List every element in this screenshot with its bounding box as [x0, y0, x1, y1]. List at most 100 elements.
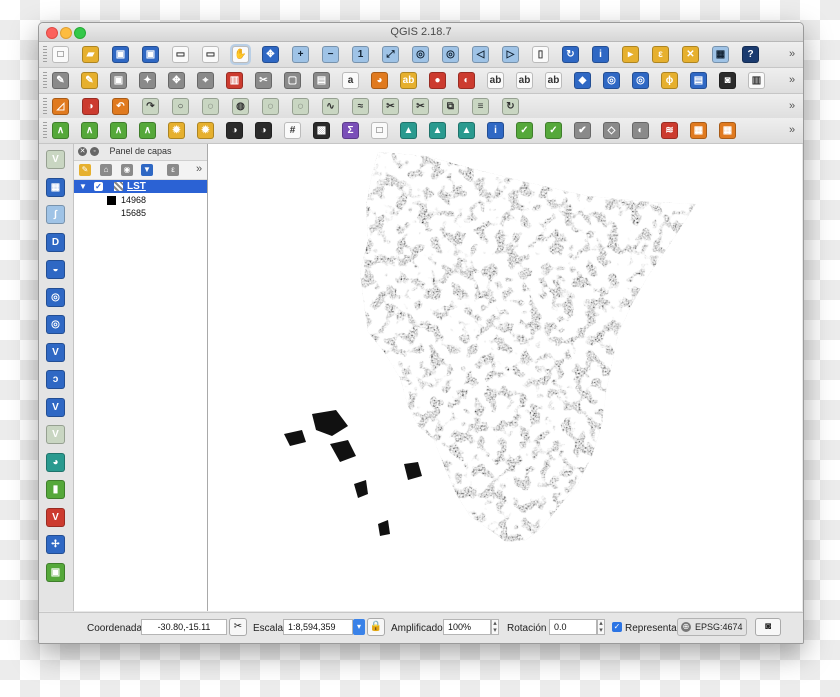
layer-visibility-checkbox[interactable]: ✓: [94, 182, 103, 191]
add-wmts-layer-icon[interactable]: ◕: [46, 452, 65, 472]
map-canvas[interactable]: [208, 144, 802, 611]
node-tool-icon[interactable]: ⌖: [197, 72, 214, 89]
copy-map-icon[interactable]: ▥: [748, 72, 765, 89]
refresh-icon[interactable]: ↻: [562, 46, 579, 63]
add-oracle-layer-icon[interactable]: V: [46, 397, 65, 417]
screenshot-icon[interactable]: ◙: [719, 72, 736, 89]
label-toolbar-icon[interactable]: a: [342, 72, 359, 89]
current-edits-icon[interactable]: ✎: [52, 72, 69, 89]
vertex-tool-icon[interactable]: ◇: [603, 122, 620, 139]
cut-features-icon[interactable]: ✂: [255, 72, 272, 89]
crs-button[interactable]: ⊕ EPSG:4674: [677, 618, 747, 636]
contrast-increase-icon[interactable]: ◑: [226, 122, 243, 139]
merge-attributes-icon[interactable]: ≡: [472, 98, 489, 115]
toolbar-overflow-icon[interactable]: »: [789, 48, 795, 60]
zoom-full-icon[interactable]: ⤢: [382, 46, 399, 63]
add-raster-layer-icon[interactable]: ▦: [46, 177, 65, 197]
add-db2-layer-icon[interactable]: D: [46, 232, 65, 252]
select-by-expression-icon[interactable]: ε: [652, 46, 669, 63]
paste-features-icon[interactable]: ▤: [313, 72, 330, 89]
copy-features-icon[interactable]: ▢: [284, 72, 301, 89]
split-features-icon[interactable]: ✂: [382, 98, 399, 115]
toolbar-grip[interactable]: [43, 98, 47, 115]
grid-tool-icon[interactable]: #: [284, 122, 301, 139]
georeferencer-icon[interactable]: ◑: [82, 98, 99, 115]
redo-icon[interactable]: ↷: [142, 98, 159, 115]
add-delimited-text-icon[interactable]: ∫: [46, 205, 65, 224]
scale-dropdown-arrow[interactable]: ▾: [353, 619, 365, 635]
toolbar-overflow-icon[interactable]: »: [789, 74, 795, 86]
new-gpx-layer-icon[interactable]: ▮: [46, 480, 65, 499]
gps-3-icon[interactable]: ✔: [574, 122, 591, 139]
new-print-composer-icon[interactable]: ▭: [172, 46, 189, 63]
label-layer-icon[interactable]: ab: [400, 72, 417, 89]
delete-ring-icon[interactable]: ◌: [262, 98, 279, 115]
save-project-icon[interactable]: ▣: [112, 46, 129, 63]
magnifier-spinner[interactable]: ▴ ▾: [491, 619, 499, 635]
move-label-icon[interactable]: ab: [487, 72, 504, 89]
add-spatialite-layer-icon[interactable]: ◒: [46, 260, 65, 279]
add-wms-layer-icon[interactable]: ◎: [46, 287, 65, 307]
expand-arrow-icon[interactable]: ▼: [79, 182, 87, 191]
table-tool-icon[interactable]: ▦: [719, 122, 736, 139]
add-wcs-layer-icon[interactable]: ◎: [46, 315, 65, 334]
composer-manager-icon[interactable]: ▭: [202, 46, 219, 63]
identify-icon[interactable]: i: [592, 46, 609, 63]
split-parts-icon[interactable]: ✂: [412, 98, 429, 115]
coordinate-field[interactable]: -30.80,-15.11: [141, 619, 227, 635]
raster-cumulative-stretch-icon[interactable]: ∧: [139, 122, 156, 139]
delete-part-icon[interactable]: ◌: [292, 98, 309, 115]
north-arrow-2-icon[interactable]: ▲: [429, 122, 446, 139]
delete-selected-icon[interactable]: ▥: [226, 72, 243, 89]
style-icon[interactable]: ✎: [79, 164, 91, 176]
change-label-icon[interactable]: ab: [545, 72, 562, 89]
python-console-icon[interactable]: ϕ: [661, 72, 678, 89]
map-tiles-icon[interactable]: ▦: [690, 122, 707, 139]
magnifier-field[interactable]: 100%: [443, 619, 491, 635]
move-feature-icon[interactable]: ✥: [168, 72, 185, 89]
save-as-icon[interactable]: ▣: [142, 46, 159, 63]
blank-tool-icon[interactable]: □: [371, 122, 388, 139]
toolbar-overflow-icon[interactable]: »: [789, 124, 795, 136]
bookmark-icon[interactable]: ▯: [532, 46, 549, 63]
scale-lock-icon[interactable]: 🔒: [367, 618, 385, 636]
filter-icon[interactable]: ▼: [141, 164, 153, 176]
contrast-decrease-icon[interactable]: ◑: [255, 122, 272, 139]
zoom-in-icon[interactable]: +: [292, 46, 309, 63]
select-icon[interactable]: ▸: [622, 46, 639, 63]
zoom-last-icon[interactable]: ◁: [472, 46, 489, 63]
toggle-extents-icon[interactable]: ✂: [229, 618, 247, 636]
new-spatialite-layer-icon[interactable]: ▣: [46, 562, 65, 582]
rotation-spinner[interactable]: ▴ ▾: [597, 619, 605, 635]
open-project-icon[interactable]: ▰: [82, 46, 99, 63]
more-icon[interactable]: »: [196, 163, 202, 175]
fill-ring-icon[interactable]: ◍: [232, 98, 249, 115]
add-ring-icon[interactable]: ○: [172, 98, 189, 115]
north-arrow-1-icon[interactable]: ▲: [400, 122, 417, 139]
undo-icon[interactable]: ↶: [112, 98, 129, 115]
graph-layer-icon[interactable]: ✢: [46, 535, 65, 554]
statistics-sum-icon[interactable]: Σ: [342, 122, 359, 139]
raster-full-stretch-icon[interactable]: ∧: [110, 122, 127, 139]
add-vector-layer-icon[interactable]: V: [46, 150, 65, 169]
zoom-out-icon[interactable]: −: [322, 46, 339, 63]
wms-layer-icon[interactable]: ◎: [632, 72, 649, 89]
zoom-to-selection-icon[interactable]: ◎: [412, 46, 429, 63]
info-icon[interactable]: i: [487, 122, 504, 139]
layers-stack-icon[interactable]: ≋: [661, 122, 678, 139]
gps-1-icon[interactable]: ✓: [516, 122, 533, 139]
label-diagram-icon[interactable]: ◕: [371, 72, 388, 89]
toolbar-grip[interactable]: [43, 122, 47, 139]
save-edits-icon[interactable]: ▣: [110, 72, 127, 89]
rotation-field[interactable]: 0.0: [549, 619, 597, 635]
layer-name[interactable]: LST: [127, 181, 146, 192]
map-tool-icon[interactable]: ▤: [690, 72, 707, 89]
add-feature-icon[interactable]: ✦: [139, 72, 156, 89]
pan-icon[interactable]: ✋: [232, 46, 249, 63]
database-manager-icon[interactable]: ◆: [574, 72, 591, 89]
web-layer-icon[interactable]: ◎: [603, 72, 620, 89]
gps-2-icon[interactable]: ✓: [545, 122, 562, 139]
add-wfs-layer-icon[interactable]: V: [46, 342, 65, 362]
deselect-icon[interactable]: ✕: [682, 46, 699, 63]
reshape-features-icon[interactable]: ∿: [322, 98, 339, 115]
